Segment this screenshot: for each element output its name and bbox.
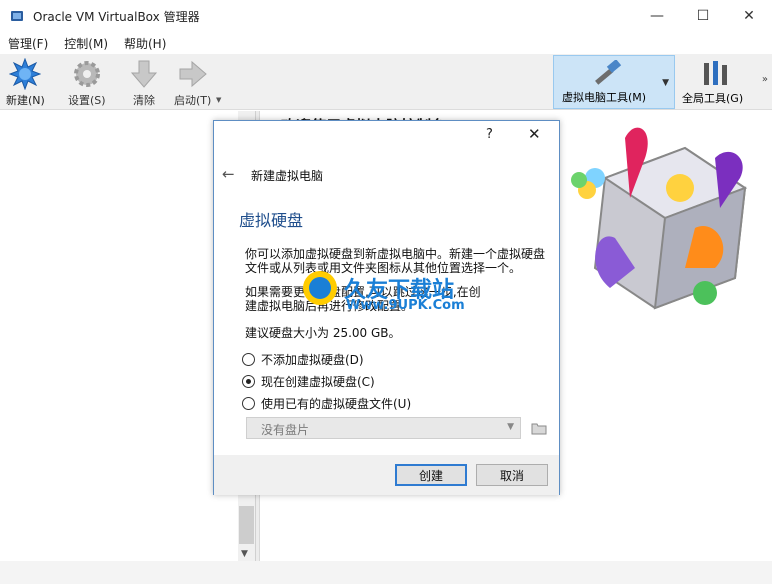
scrollbar-thumb[interactable] xyxy=(239,506,254,544)
radio-no-disk-label: 不添加虚拟硬盘(D) xyxy=(261,353,364,367)
global-tools-label: 全局工具(G) xyxy=(682,92,744,105)
recommend-text: 建议硬盘大小为 25.00 GB。 xyxy=(245,326,401,340)
create-button[interactable]: 创建 xyxy=(395,464,467,486)
gear-icon xyxy=(70,58,104,90)
menu-manage[interactable]: 管理(F) xyxy=(0,35,56,52)
dialog-footer: 创建 取消 xyxy=(214,455,559,495)
bottom-strip xyxy=(0,561,772,584)
main-toolbar: 新建(N) 设置(S) 清除 启动(T) ▼ 虚拟电脑工具(M) ▼ 全局工具(… xyxy=(0,54,772,110)
start-button[interactable]: 启动(T) xyxy=(174,58,211,108)
machine-tools-dropdown-icon[interactable]: ▼ xyxy=(662,78,669,88)
discard-button[interactable]: 清除 xyxy=(127,58,161,108)
new-vm-button[interactable]: 新建(N) xyxy=(6,58,45,108)
maximize-button[interactable]: ☐ xyxy=(680,0,726,32)
chevron-down-icon: ▼ xyxy=(507,422,514,432)
radio-create-disk-circle[interactable] xyxy=(242,375,255,388)
radio-existing-disk-label: 使用已有的虚拟硬盘文件(U) xyxy=(261,397,412,411)
discard-label: 清除 xyxy=(133,94,155,107)
start-label: 启动(T) xyxy=(174,94,212,107)
dialog-title-bar: ? ✕ xyxy=(214,121,559,151)
minimize-button[interactable]: — xyxy=(634,0,680,32)
intro-line-1: 你可以添加虚拟硬盘到新虚拟电脑中。新建一个虚拟硬盘 xyxy=(245,247,546,261)
new-vm-label: 新建(N) xyxy=(6,94,45,107)
machine-tools-label: 虚拟电脑工具(M) xyxy=(562,91,647,104)
cancel-button[interactable]: 取消 xyxy=(476,464,548,486)
disk-file-select[interactable]: 没有盘片 ▼ xyxy=(246,417,521,439)
folder-browse-icon[interactable] xyxy=(530,419,548,437)
global-tools-button[interactable]: 全局工具(G) xyxy=(678,55,758,109)
settings-label: 设置(S) xyxy=(68,94,106,107)
radio-no-disk-circle[interactable] xyxy=(242,353,255,366)
radio-no-disk[interactable]: 不添加虚拟硬盘(D) xyxy=(242,351,364,368)
virtualbox-logo-icon xyxy=(11,11,23,21)
radio-existing-disk-circle[interactable] xyxy=(242,397,255,410)
right-arrow-icon xyxy=(176,58,210,90)
start-dropdown-icon[interactable]: ▼ xyxy=(216,96,221,104)
dialog-help-button[interactable]: ? xyxy=(486,127,493,142)
menu-bar: 管理(F) 控制(M) 帮助(H) xyxy=(0,32,772,54)
disk-select-value: 没有盘片 xyxy=(261,423,310,437)
watermark-logo-icon xyxy=(303,271,337,305)
wizard-title: 新建虚拟电脑 xyxy=(251,169,324,183)
machine-tools-button[interactable]: 虚拟电脑工具(M) ▼ xyxy=(553,55,675,109)
scroll-down-icon[interactable]: ▼ xyxy=(241,549,248,559)
page-heading: 虚拟硬盘 xyxy=(239,211,304,230)
radio-create-disk-label: 现在创建虚拟硬盘(C) xyxy=(261,375,375,389)
back-arrow-icon[interactable]: ← xyxy=(222,165,235,183)
down-arrow-icon xyxy=(127,58,161,90)
window-title: Oracle VM VirtualBox 管理器 xyxy=(33,9,200,24)
radio-existing-disk[interactable]: 使用已有的虚拟硬盘文件(U) xyxy=(242,395,411,412)
watermark: 久友下载站 Www.9UPK.Com xyxy=(300,268,465,313)
radio-create-disk[interactable]: 现在创建虚拟硬盘(C) xyxy=(242,373,375,390)
virtualbox-mascot-icon xyxy=(571,127,748,310)
settings-button[interactable]: 设置(S) xyxy=(68,58,106,108)
watermark-url: Www.9UPK.Com xyxy=(346,298,465,313)
toolbar-overflow-icon[interactable]: » xyxy=(762,74,768,85)
menu-help[interactable]: 帮助(H) xyxy=(116,35,174,52)
close-window-button[interactable]: ✕ xyxy=(726,0,772,32)
tools-icon xyxy=(698,59,732,92)
title-bar: Oracle VM VirtualBox 管理器 — ☐ ✕ xyxy=(0,0,772,32)
new-starburst-icon xyxy=(8,58,42,90)
dialog-close-button[interactable]: ✕ xyxy=(528,125,541,143)
menu-control[interactable]: 控制(M) xyxy=(56,35,116,52)
